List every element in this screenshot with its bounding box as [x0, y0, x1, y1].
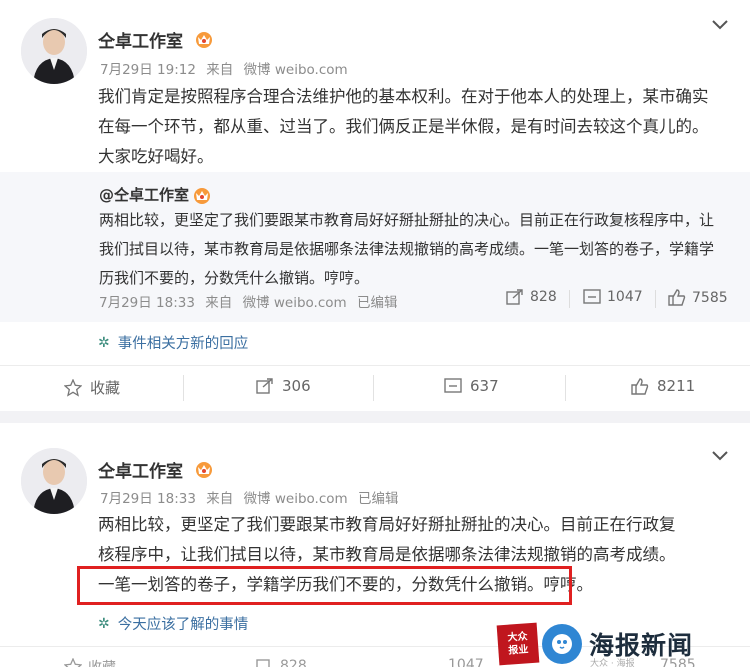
repost-comment-count[interactable]: 1047 — [583, 289, 643, 305]
highlight-box — [77, 566, 572, 605]
repost-source[interactable]: 微博 weibo.com — [243, 295, 347, 311]
event-link[interactable]: ✲ 今天应该了解的事情 — [98, 613, 248, 634]
post-source[interactable]: 微博 weibo.com — [244, 62, 348, 78]
share-icon — [256, 377, 273, 394]
repost-text: 两相比较，更坚定了我们要跟某市教育局好好掰扯掰扯的决心。目前正在行政复核程序中，… — [99, 211, 715, 287]
source-prefix: 来自 — [205, 295, 233, 311]
chevron-down-icon[interactable] — [712, 20, 728, 30]
repost-share-count[interactable]: 828 — [506, 289, 557, 305]
post-meta: 7月29日 19:12 来自 微博 weibo.com — [100, 58, 354, 78]
vip-crown-icon — [196, 32, 212, 48]
star-icon — [64, 658, 82, 667]
post-text: 我们肯定是按照程序合理合法维护他的基本权利。在对于他本人的处理上，某市确实在每一… — [98, 87, 709, 166]
comment-button[interactable]: 637 — [444, 377, 499, 395]
comment-icon — [583, 289, 601, 304]
like-button[interactable]: 8211 — [631, 377, 695, 395]
repost-time[interactable]: 7月29日 18:33 — [99, 295, 195, 311]
post-meta: 7月29日 18:33 来自 微博 weibo.com 已编辑 — [100, 487, 404, 507]
source-prefix: 来自 — [206, 491, 234, 507]
event-link[interactable]: ✲ 事件相关方新的回应 — [98, 332, 248, 353]
comment-button[interactable]: 1047 — [448, 657, 484, 667]
sparkle-icon: ✲ — [98, 615, 110, 632]
share-icon — [256, 659, 270, 667]
dazhong-baoye-logo: 大众 报业 — [496, 622, 540, 665]
repost-like-count[interactable]: 7585 — [668, 289, 728, 306]
repost-meta: 7月29日 18:33 来自 微博 weibo.com 已编辑 — [99, 291, 403, 311]
repost-author[interactable]: @仝卓工作室 — [99, 184, 189, 205]
post-source[interactable]: 微博 weibo.com — [244, 491, 348, 507]
favorite-button[interactable]: 收藏 — [64, 377, 120, 398]
weibo-post-1: 仝卓工作室 7月29日 19:12 来自 微博 weibo.com 我们肯定是按… — [0, 0, 750, 411]
post-time[interactable]: 7月29日 19:12 — [100, 62, 196, 78]
star-icon — [64, 378, 82, 397]
avatar[interactable] — [21, 448, 87, 514]
edited-label[interactable]: 已编辑 — [358, 491, 399, 507]
haibao-bird-logo — [542, 623, 582, 664]
watermark-subtext: 大众 · 海报 — [590, 659, 635, 667]
source-prefix: 来自 — [206, 62, 234, 78]
avatar[interactable] — [21, 18, 87, 84]
edited-label[interactable]: 已编辑 — [357, 295, 398, 311]
vip-crown-icon — [196, 462, 212, 478]
post-text-line: 两相比较，更坚定了我们要跟某市教育局好好掰扯掰扯的决心。目前正在行政复 — [98, 515, 676, 534]
repost-button[interactable]: 306 — [256, 377, 311, 395]
chevron-down-icon[interactable] — [712, 451, 728, 461]
author-name[interactable]: 仝卓工作室 — [98, 27, 183, 52]
vip-crown-icon — [194, 188, 210, 204]
thumbs-up-icon — [631, 377, 649, 395]
comment-icon — [444, 378, 462, 393]
thumbs-up-icon — [668, 289, 686, 306]
post-time[interactable]: 7月29日 18:33 — [100, 491, 196, 507]
sparkle-icon: ✲ — [98, 334, 110, 351]
repost-button[interactable]: 828 — [256, 657, 307, 667]
share-icon — [506, 289, 523, 305]
favorite-button[interactable]: 收藏 — [64, 657, 116, 667]
author-name[interactable]: 仝卓工作室 — [98, 457, 183, 482]
